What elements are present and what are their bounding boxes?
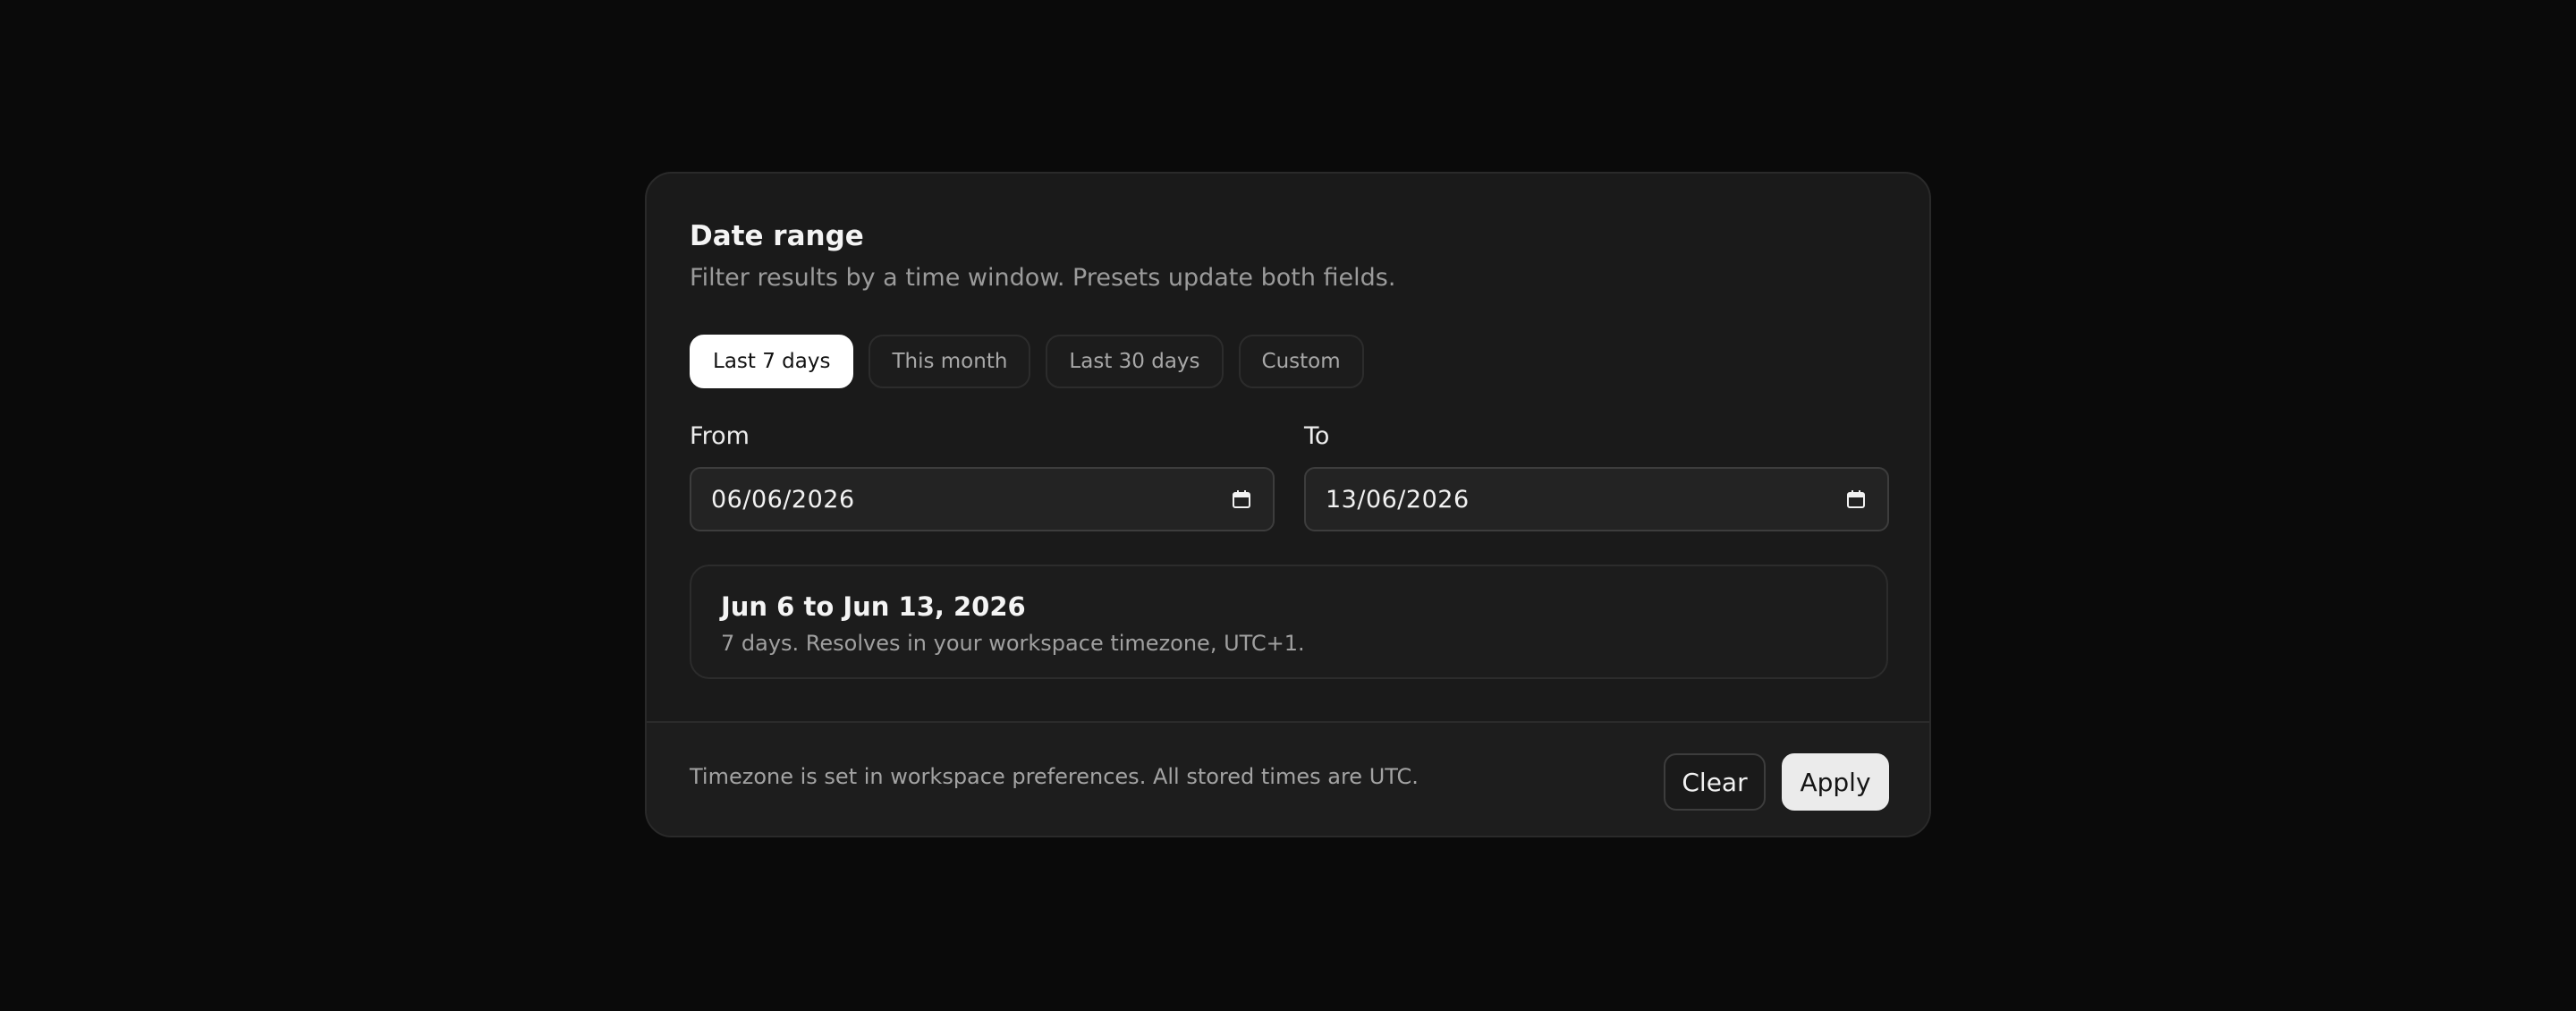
preset-custom[interactable]: Custom <box>1238 335 1364 388</box>
from-label: From <box>690 422 750 450</box>
preset-last-7-days[interactable]: Last 7 days <box>690 335 854 388</box>
timezone-note: Timezone is set in workspace preferences… <box>690 764 1419 789</box>
date-range-panel: Date range Filter results by a time wind… <box>645 172 1931 837</box>
from-date-value: 06/06/2026 <box>711 485 855 514</box>
from-field: From 06/06/2026 <box>690 422 1275 532</box>
clear-button[interactable]: Clear <box>1664 753 1766 811</box>
panel-subtitle: Filter results by a time window. Presets… <box>690 264 1396 292</box>
to-field: To 13/06/2026 <box>1304 422 1889 532</box>
to-date-value: 13/06/2026 <box>1326 485 1470 514</box>
preset-last-30-days[interactable]: Last 30 days <box>1046 335 1224 388</box>
panel-footer: Timezone is set in workspace preferences… <box>647 721 1929 836</box>
from-date-input[interactable]: 06/06/2026 <box>690 467 1275 532</box>
calendar-icon[interactable] <box>1846 489 1866 509</box>
preset-group: Last 7 days This month Last 30 days Cust… <box>690 335 1364 388</box>
summary-detail: 7 days. Resolves in your workspace timez… <box>721 631 1305 656</box>
summary-title: Jun 6 to Jun 13, 2026 <box>721 591 1026 622</box>
apply-button[interactable]: Apply <box>1782 753 1889 811</box>
panel-title: Date range <box>690 220 864 252</box>
to-label: To <box>1304 422 1330 450</box>
calendar-icon[interactable] <box>1232 489 1251 509</box>
range-summary: Jun 6 to Jun 13, 2026 7 days. Resolves i… <box>690 565 1888 679</box>
preset-this-month[interactable]: This month <box>869 335 1031 388</box>
to-date-input[interactable]: 13/06/2026 <box>1304 467 1889 532</box>
